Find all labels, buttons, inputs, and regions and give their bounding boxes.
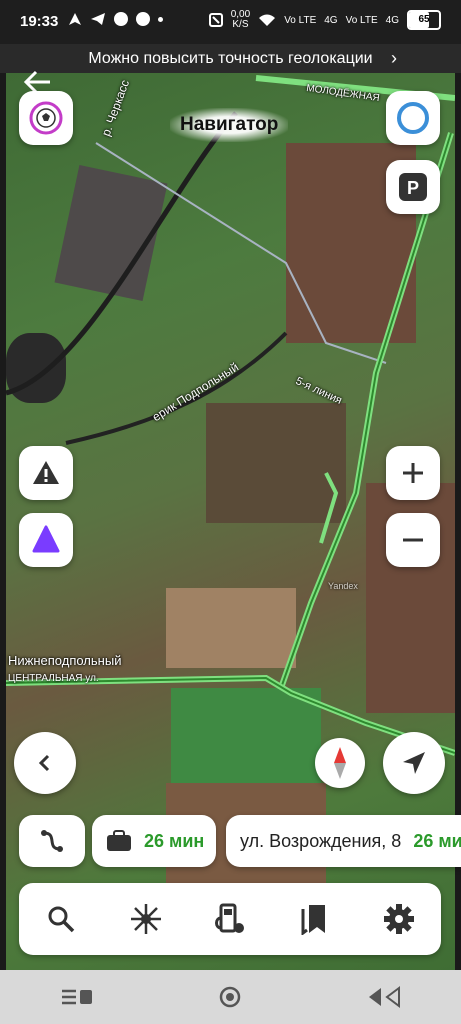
route-icon [41,830,63,852]
home-circle-icon [220,986,241,1008]
navigation-arrow-icon [403,752,425,774]
briefcase-icon [107,830,131,851]
yandex-watermark: Yandex [328,581,358,591]
svg-text:P: P [407,178,419,198]
recent-apps-button[interactable] [47,977,107,1017]
bookmark-icon [301,905,326,935]
bottom-toolbar [19,883,441,955]
alice-button[interactable] [19,513,73,567]
alice-icon [32,525,60,553]
central-street-inner [6,676,455,754]
battery-icon: 65 [407,10,441,30]
map-title: Навигатор [170,108,289,142]
river-line [6,111,238,396]
network-speed: 0,00 K/S [231,10,250,30]
football-button[interactable] [19,91,73,145]
collapse-button[interactable] [14,732,76,794]
voice-assistant-icon [397,102,429,134]
chevron-left-icon [38,754,50,772]
telegram-icon [91,13,105,25]
plus-icon [403,463,423,483]
central-street-label: ЦЕНТРАЛЬНАЯ ул. [8,673,99,684]
4g-label-1: 4G [324,14,338,26]
parking-button[interactable]: P [386,160,440,214]
alice-voice-button[interactable] [386,91,440,145]
minus-icon [403,538,423,542]
search-icon [48,906,75,933]
warning-icon [33,461,59,484]
address-route-time: 26 мин [413,830,461,851]
location-icon [69,13,81,25]
report-incident-button[interactable] [19,446,73,500]
route-options-button[interactable] [19,815,85,867]
speed-unit: K/S [232,19,249,30]
4g-label-2: 4G [385,14,399,26]
discovery-button[interactable] [121,894,171,944]
zoom-in-button[interactable] [386,446,440,500]
sparkle-icon [130,904,161,934]
geolocation-banner[interactable]: Можно повысить точность геолокации › [0,44,461,73]
status-time: 19:33 [20,13,59,30]
address-text: ул. Возрождения, 8 [240,830,402,851]
nfc-icon [208,13,223,27]
football-icon [29,101,63,135]
volte-label-1: Vo LTE [284,14,317,26]
side-road [319,472,339,544]
chevron-right-icon: › [391,48,397,68]
fuel-icon [214,903,244,933]
bookmarks-button[interactable] [289,894,339,944]
compass-icon [334,747,346,779]
main-road-vertical-inner [280,132,452,689]
address-route-chip[interactable]: ул. Возрождения, 8 26 мин [226,815,461,867]
central-street [6,674,455,756]
my-location-button[interactable] [383,732,445,794]
compass-button[interactable] [315,738,365,788]
work-route-time: 26 мин [144,830,205,851]
geolocation-banner-text: Можно повысить точность геолокации [88,50,373,67]
back-triangle-icon [369,986,401,1008]
search-button[interactable] [36,894,86,944]
back-nav-button[interactable] [354,977,414,1017]
home-button[interactable] [200,977,260,1017]
status-right: 0,00 K/S Vo LTE 4G Vo LTE 4G 65 [208,10,441,30]
more-notifications-dot [158,16,163,22]
settings-button[interactable] [374,894,424,944]
status-bar: 19:33 0,00 K/S Vo LTE 4G Vo LTE 4G 65 [0,0,461,44]
battery-level: 65 [418,14,430,25]
gear-icon [383,904,414,934]
notification-icons [68,12,163,26]
work-route-chip[interactable]: 26 мин [92,815,216,867]
bank-icon [114,12,128,26]
gas-stations-button[interactable] [205,894,255,944]
chat-icon [136,12,150,26]
volte-label-2: Vo LTE [345,14,378,26]
village-label: Нижнеподпольный [8,653,122,668]
zoom-out-button[interactable] [386,513,440,567]
river-line-2 [65,331,288,445]
wifi-icon [259,14,276,26]
menu-icon [61,989,92,1005]
system-nav-bar [0,970,461,1024]
parking-icon: P [399,173,427,201]
